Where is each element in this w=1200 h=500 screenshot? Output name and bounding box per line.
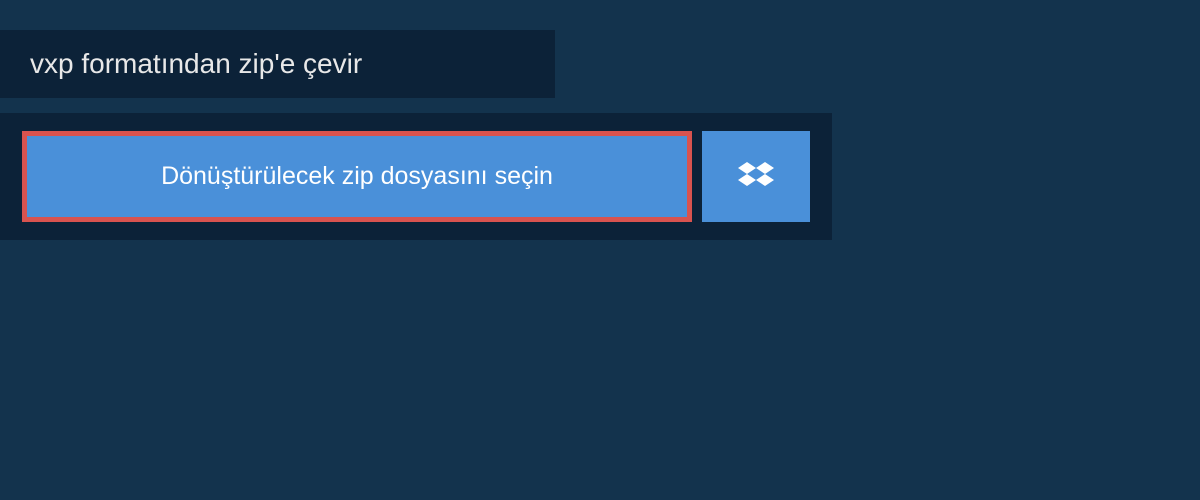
page-title-tab: vxp formatından zip'e çevir	[0, 30, 555, 98]
dropbox-icon	[738, 159, 774, 195]
dropbox-button[interactable]	[702, 131, 810, 222]
upload-panel: Dönüştürülecek zip dosyasını seçin	[0, 113, 832, 240]
page-title: vxp formatından zip'e çevir	[30, 48, 362, 79]
select-file-label: Dönüştürülecek zip dosyasını seçin	[161, 162, 553, 191]
select-file-button[interactable]: Dönüştürülecek zip dosyasını seçin	[22, 131, 692, 222]
